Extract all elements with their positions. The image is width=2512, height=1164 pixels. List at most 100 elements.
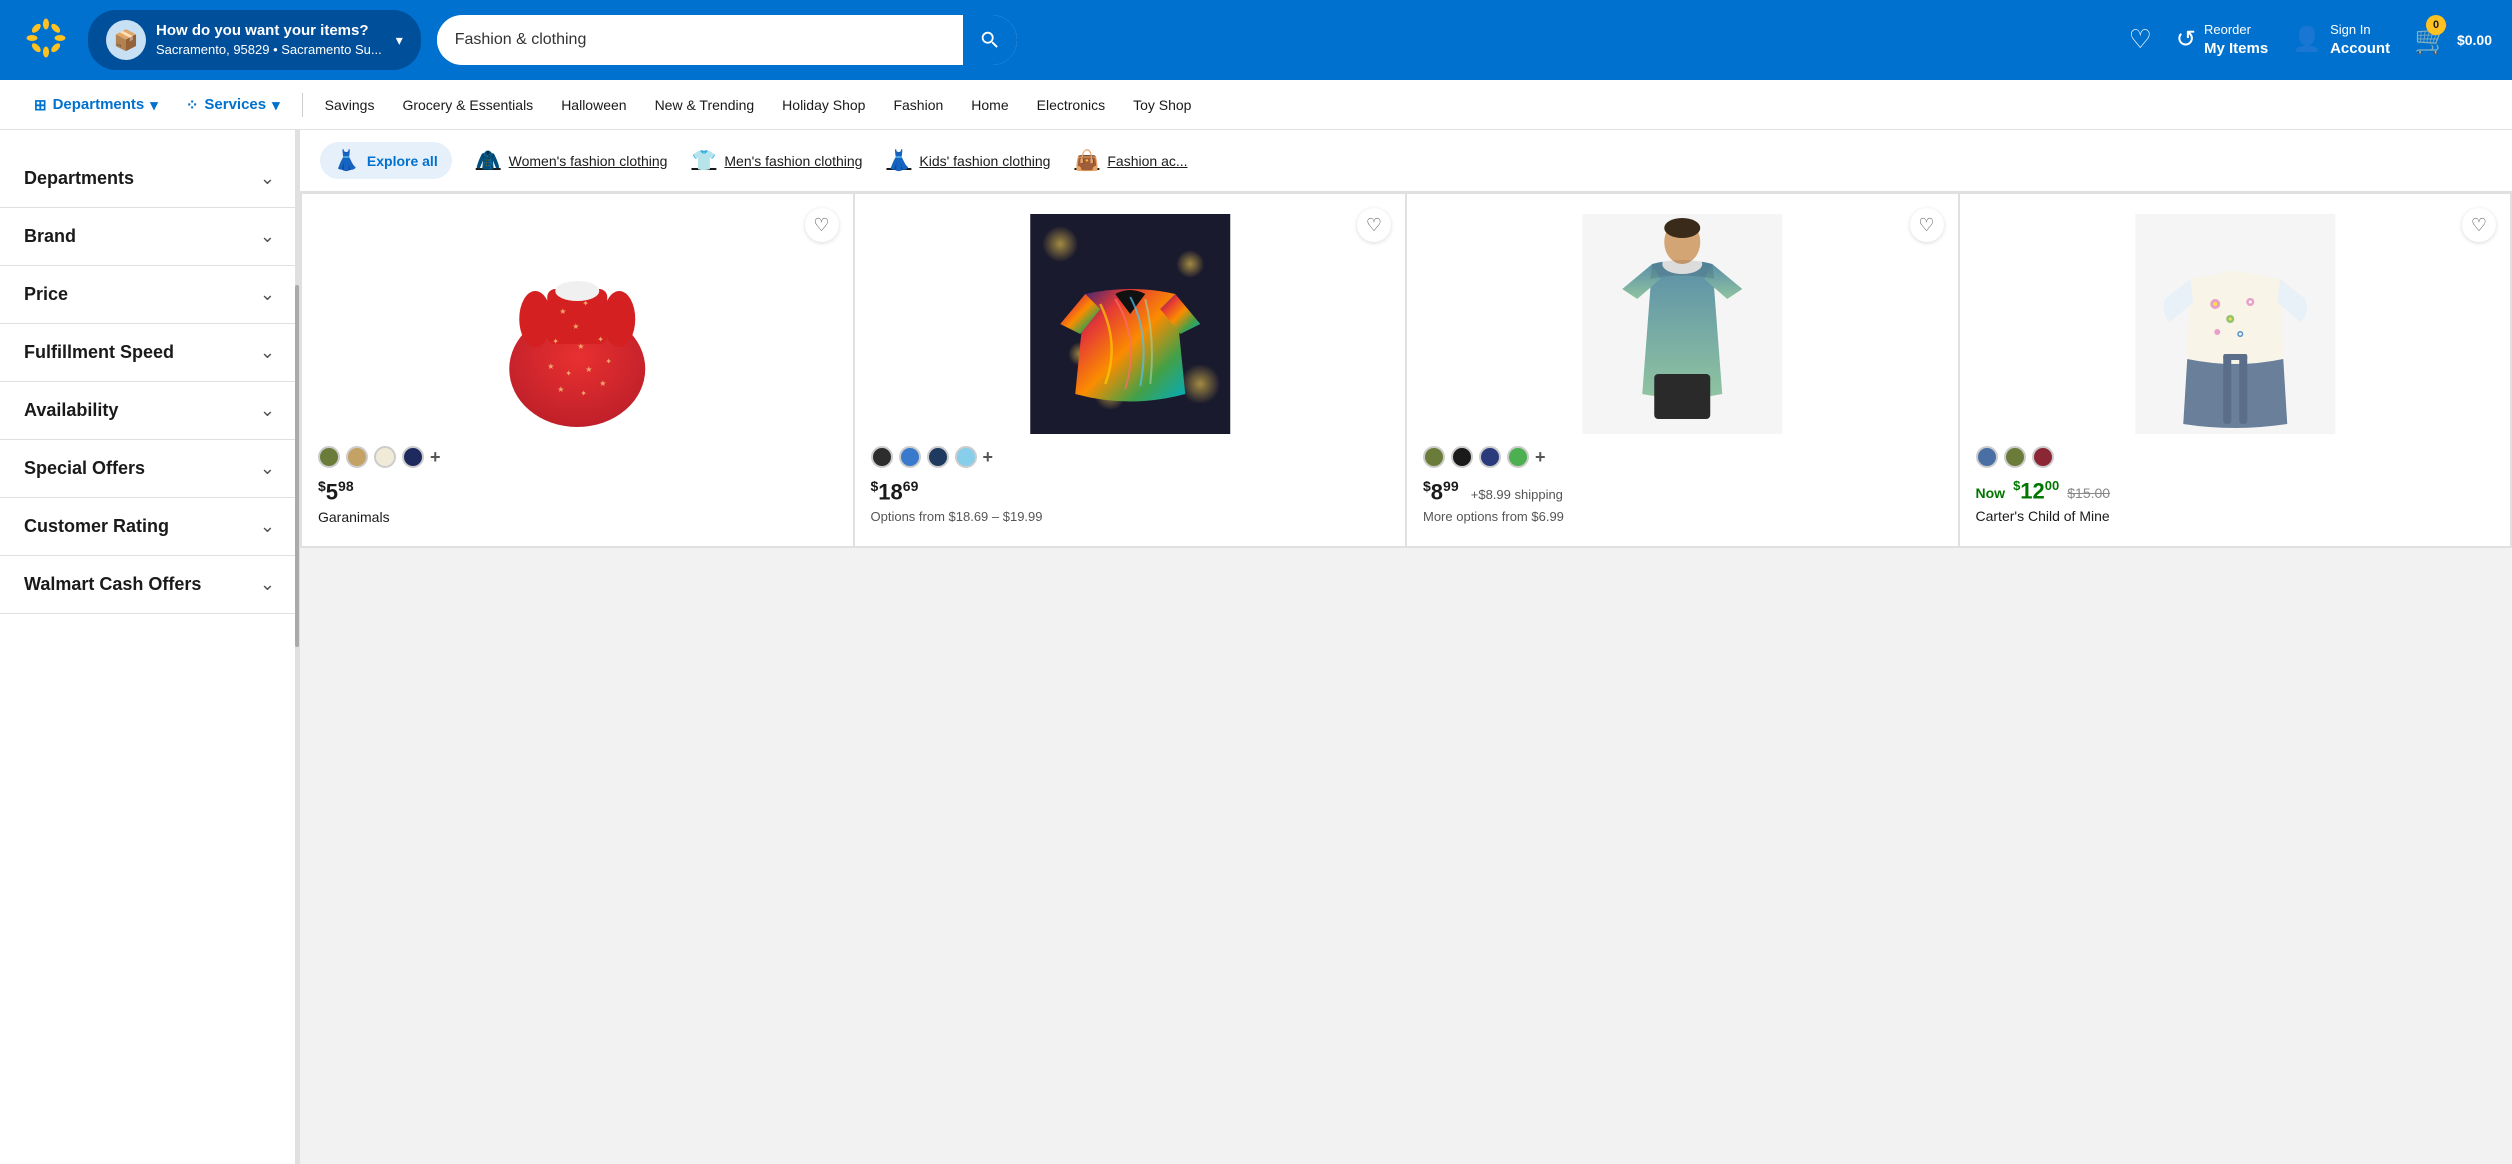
nav-grocery[interactable]: Grocery & Essentials [388,80,547,130]
cart-badge: 0 [2426,15,2446,35]
swatch-more[interactable]: + [1535,447,1546,468]
category-womens[interactable]: 🧥 Women's fashion clothing [476,148,668,173]
sidebar-departments-toggle[interactable]: Departments ⌄ [24,168,275,189]
sidebar-section-fulfillment: Fulfillment Speed ⌄ [0,324,299,382]
navbar: ⊞ Departments ▾ ⁘ Services ▾ Savings Gro… [0,80,2512,130]
swatch[interactable] [1507,446,1529,468]
nav-electronics[interactable]: Electronics [1023,80,1119,130]
swatch-more[interactable]: + [430,447,441,468]
product-2-options: Options from $18.69 – $19.99 [871,509,1390,524]
svg-text:✦: ✦ [580,389,587,398]
category-kids[interactable]: 👗 Kids' fashion clothing [886,148,1050,173]
product-1-image: ★✦★ ✦★✦ ★✦★ ✦★✦ ★ [318,214,837,434]
sidebar-customer-rating-toggle[interactable]: Customer Rating ⌄ [24,516,275,537]
nav-departments[interactable]: ⊞ Departments ▾ [20,80,172,130]
svg-text:★: ★ [599,379,606,388]
sidebar-section-departments: Departments ⌄ [0,150,299,208]
product-card-4[interactable]: ♡ [1960,194,2511,546]
product-4-image [1976,214,2495,434]
category-mens[interactable]: 👕 Men's fashion clothing [691,148,862,173]
sidebar-customer-rating-chevron: ⌄ [260,516,275,537]
cart-button[interactable]: 🛒 0 $0.00 [2414,23,2492,56]
product-4-swatches [1976,446,2495,468]
product-2-wishlist-button[interactable]: ♡ [1357,208,1391,242]
nav-halloween[interactable]: Halloween [547,80,640,130]
swatch[interactable] [1976,446,1998,468]
category-explore-all[interactable]: 👗 Explore all [320,142,452,179]
product-card-1[interactable]: ♡ [302,194,853,546]
sidebar-fulfillment-toggle[interactable]: Fulfillment Speed ⌄ [24,342,275,363]
swatch[interactable] [2032,446,2054,468]
swatch[interactable] [2004,446,2026,468]
category-kids-label: Kids' fashion clothing [919,153,1050,169]
swatch[interactable] [899,446,921,468]
swatch[interactable] [346,446,368,468]
search-icon [979,29,1001,51]
sidebar-availability-toggle[interactable]: Availability ⌄ [24,400,275,421]
swatch[interactable] [927,446,949,468]
reorder-button[interactable]: ↺ Reorder My Items [2176,21,2268,59]
swatch[interactable] [402,446,424,468]
product-4-wishlist-button[interactable]: ♡ [2462,208,2496,242]
sidebar-walmart-cash-chevron: ⌄ [260,574,275,595]
sidebar-special-offers-toggle[interactable]: Special Offers ⌄ [24,458,275,479]
nav-trending[interactable]: New & Trending [641,80,769,130]
heart-icon: ♡ [2129,24,2152,55]
swatch[interactable] [374,446,396,468]
search-button[interactable] [963,15,1017,65]
category-mens-label: Men's fashion clothing [724,153,862,169]
swatch[interactable] [1451,446,1473,468]
sidebar-special-offers-chevron: ⌄ [260,458,275,479]
swatch[interactable] [1479,446,1501,468]
sidebar-brand-toggle[interactable]: Brand ⌄ [24,226,275,247]
product-1-price: $598 [318,478,837,505]
product-3-wishlist-button[interactable]: ♡ [1910,208,1944,242]
wishlist-button[interactable]: ♡ [2129,24,2152,55]
services-icon: ⁘ [186,96,199,114]
sidebar: Departments ⌄ Brand ⌄ Price ⌄ Fulfillmen… [0,130,300,1164]
product-2-swatches: + [871,446,1390,468]
svg-text:★: ★ [572,322,579,331]
product-card-2[interactable]: ♡ [855,194,1406,546]
svg-text:✦: ✦ [565,369,572,378]
category-bar: 👗 Explore all 🧥 Women's fashion clothing… [300,130,2512,192]
nav-toyshop[interactable]: Toy Shop [1119,80,1205,130]
nav-services[interactable]: ⁘ Services ▾ [172,80,294,130]
product-card-3[interactable]: ♡ [1407,194,1958,546]
sidebar-fulfillment-chevron: ⌄ [260,342,275,363]
category-fashion-acc[interactable]: 👜 Fashion ac... [1074,148,1187,173]
departments-chevron-icon: ▾ [150,96,158,114]
product-3-shipping: +$8.99 shipping [1471,487,1563,502]
nav-holiday[interactable]: Holiday Shop [768,80,879,130]
swatch[interactable] [1423,446,1445,468]
swatch-more[interactable]: + [983,447,994,468]
nav-savings[interactable]: Savings [311,80,389,130]
sidebar-brand-chevron: ⌄ [260,226,275,247]
signin-button[interactable]: 👤 Sign In Account [2292,21,2390,59]
delivery-chevron-icon: ▾ [396,32,403,49]
product-4-price: Now $1200 $15.00 [1976,478,2495,504]
delivery-selector[interactable]: 📦 How do you want your items? Sacramento… [88,10,421,70]
swatch[interactable] [318,446,340,468]
sidebar-fulfillment-title: Fulfillment Speed [24,342,174,363]
swatch[interactable] [871,446,893,468]
header: 📦 How do you want your items? Sacramento… [0,0,2512,80]
sidebar-walmart-cash-toggle[interactable]: Walmart Cash Offers ⌄ [24,574,275,595]
sidebar-price-toggle[interactable]: Price ⌄ [24,284,275,305]
cart-price: $0.00 [2457,32,2492,48]
nav-fashion[interactable]: Fashion [879,80,957,130]
nav-home[interactable]: Home [957,80,1022,130]
sidebar-departments-title: Departments [24,168,134,189]
product-1-swatches: + [318,446,837,468]
svg-text:✦: ✦ [605,357,612,366]
scrollbar-thumb[interactable] [295,285,299,647]
walmart-logo[interactable] [20,12,72,69]
swatch[interactable] [955,446,977,468]
category-explore-icon: 👗 [334,148,359,173]
search-input[interactable] [437,31,963,49]
main-layout: Departments ⌄ Brand ⌄ Price ⌄ Fulfillmen… [0,130,2512,1164]
reorder-text: Reorder My Items [2204,21,2268,59]
sidebar-special-offers-title: Special Offers [24,458,145,479]
category-explore-label: Explore all [367,153,438,169]
product-1-wishlist-button[interactable]: ♡ [805,208,839,242]
